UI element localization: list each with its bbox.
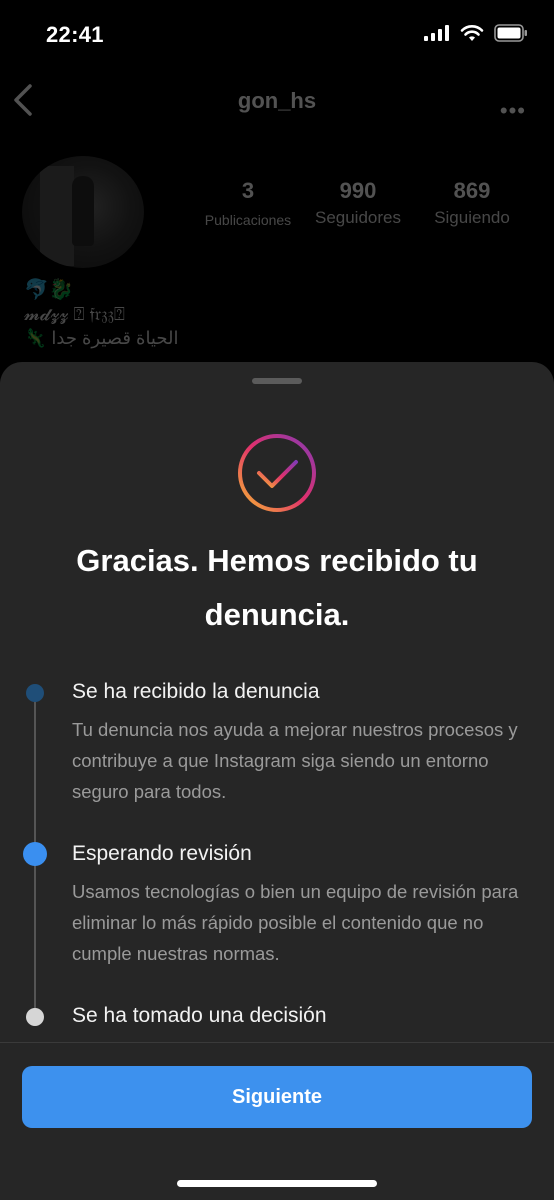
step-description: Usamos tecnologías o bien un equipo de r… xyxy=(72,881,519,964)
stat-posts[interactable]: 3 Publicaciones xyxy=(190,178,306,228)
battery-icon xyxy=(494,24,527,42)
home-indicator[interactable] xyxy=(177,1180,377,1187)
report-confirmation-sheet: Gracias. Hemos recibido tu denuncia. Se … xyxy=(0,362,554,1200)
next-button[interactable]: Siguiente xyxy=(22,1066,532,1128)
stat-following-label: Siguiendo xyxy=(434,208,510,227)
step-active-dot xyxy=(23,842,47,866)
step-title: Se ha tomado una decisión xyxy=(72,1004,327,1027)
step-title: Se ha recibido la denuncia xyxy=(72,680,320,703)
step-description: Tu denuncia nos ayuda a mejorar nuestros… xyxy=(72,719,518,802)
check-circle-icon xyxy=(238,434,316,512)
stat-followers-label: Seguidores xyxy=(314,208,401,227)
more-options-icon[interactable]: ••• xyxy=(500,98,526,124)
wifi-icon xyxy=(460,25,484,41)
bio-line-1: 🐬🐉 xyxy=(24,279,74,301)
profile-background: gon_hs ••• 3 Publicaciones 990 Seguidore… xyxy=(0,70,554,370)
step-done-dot xyxy=(26,684,44,702)
step-pending-dot xyxy=(26,1008,44,1026)
bio-line-3: 🦎 الحياة قصيرة جدا xyxy=(24,328,179,348)
sheet-grabber[interactable] xyxy=(252,378,302,384)
stat-posts-label: Publicaciones xyxy=(204,212,292,228)
stat-following-value: 869 xyxy=(453,178,491,203)
stat-posts-value: 3 xyxy=(241,178,255,203)
avatar[interactable] xyxy=(22,156,144,268)
profile-bio: 🐬🐉 𝓶𝓭𝔃𝔃 ⍰ 𝔣𝔯𝔷𝔷⍰ 🦎 الحياة قصيرة جدا xyxy=(24,278,178,350)
stat-followers[interactable]: 990 Seguidores xyxy=(306,178,410,228)
sheet-divider xyxy=(0,1042,554,1043)
cellular-signal-icon xyxy=(424,25,449,41)
profile-stats: 3 Publicaciones 990 Seguidores 869 Sigui… xyxy=(190,178,534,228)
sheet-title: Gracias. Hemos recibido tu denuncia. xyxy=(76,543,478,632)
profile-username: gon_hs xyxy=(237,88,317,113)
step-title: Esperando revisión xyxy=(72,842,252,865)
stat-followers-value: 990 xyxy=(339,178,377,203)
bio-line-2: 𝓶𝓭𝔃𝔃 ⍰ 𝔣𝔯𝔷𝔷⍰ xyxy=(24,304,125,324)
status-bar: 22:41 xyxy=(0,0,554,70)
status-icons xyxy=(424,24,528,42)
status-time: 22:41 xyxy=(46,22,104,47)
stat-following[interactable]: 869 Siguiendo xyxy=(410,178,534,228)
